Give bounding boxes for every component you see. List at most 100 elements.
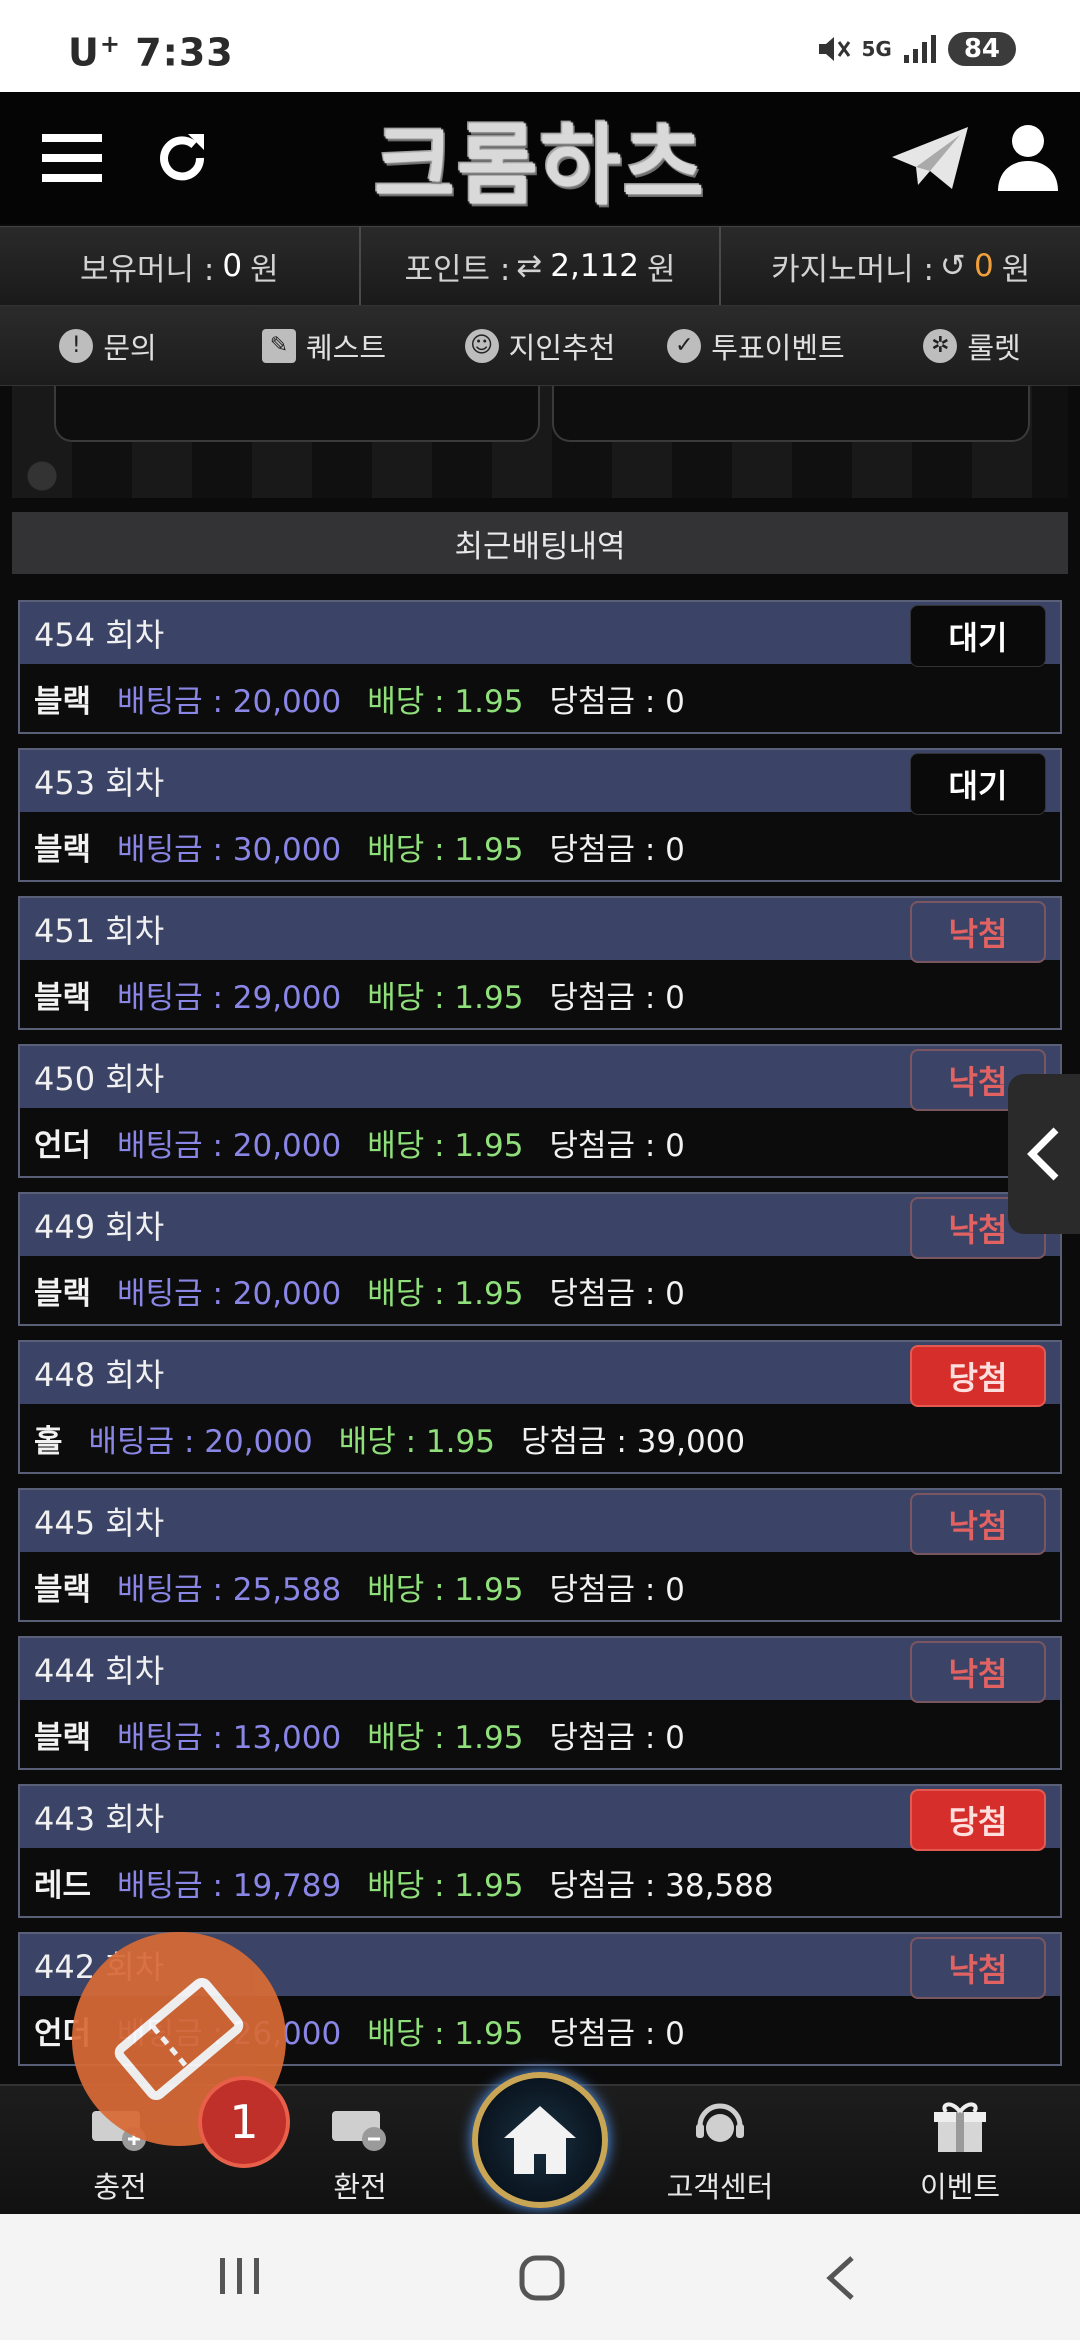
- home-system-button[interactable]: [518, 2254, 566, 2314]
- reload-icon: ↺: [940, 248, 966, 284]
- home-icon: [504, 2106, 576, 2174]
- menu-roulette[interactable]: ✲ 룰렛: [864, 306, 1080, 385]
- screen: U+ 7:33 5G 84 크롬하츠 보유머니 : 0 원 포인트: ⇄ 2,…: [0, 0, 1080, 2340]
- menu-vote-event[interactable]: ✓ 투표이벤트: [648, 306, 864, 385]
- side-panel-toggle[interactable]: [1008, 1074, 1080, 1234]
- bet-amount: 배팅금 : 20,000: [117, 683, 342, 720]
- bet-history-list: 454 회차 대기 블랙 배팅금 : 20,000 배당 : 1.95 당첨금 …: [18, 600, 1062, 2080]
- bet-round: 451 회차: [34, 912, 165, 950]
- casino-value: 0: [973, 248, 994, 284]
- refresh-button[interactable]: [140, 116, 224, 200]
- bet-round: 444 회차: [34, 1652, 165, 1690]
- carrier-time: U+ 7:33: [68, 30, 234, 75]
- menu-quest[interactable]: ✎ 퀘스트: [216, 306, 432, 385]
- bet-round: 449 회차: [34, 1208, 165, 1246]
- bet-pick: 블랙: [34, 683, 92, 720]
- nav-event[interactable]: 이벤트: [870, 2098, 1050, 2206]
- bet-pick: 블랙: [34, 1275, 92, 1312]
- recents-button[interactable]: [216, 2254, 264, 2310]
- bet-win: 당첨금 : 0: [549, 1127, 685, 1164]
- menu-referral[interactable]: ☺ 지인추천: [432, 306, 648, 385]
- bet-odds: 배당 : 1.95: [367, 683, 524, 720]
- bet-row[interactable]: 451 회차 낙첨 블랙 배팅금 : 29,000 배당 : 1.95 당첨금 …: [18, 896, 1062, 1030]
- bet-odds: 배당 : 1.95: [367, 1867, 524, 1904]
- bet-pick: 블랙: [34, 831, 92, 868]
- casino-money[interactable]: 카지노머니 : ↺ 0 원: [721, 227, 1080, 305]
- bet-odds: 배당 : 1.95: [367, 1275, 524, 1312]
- bet-odds: 배당 : 1.95: [367, 1127, 524, 1164]
- bet-amount: 배팅금 : 30,000: [117, 831, 342, 868]
- status-badge: 낙첨: [910, 1641, 1046, 1703]
- points[interactable]: 포인트 : ⇄ 2,112 원: [361, 227, 722, 305]
- bet-row[interactable]: 454 회차 대기 블랙 배팅금 : 20,000 배당 : 1.95 당첨금 …: [18, 600, 1062, 734]
- bet-win: 당첨금 : 0: [549, 683, 685, 720]
- nav-support-label: 고객센터: [666, 2170, 774, 2204]
- bet-round: 445 회차: [34, 1504, 165, 1542]
- bet-amount: 배팅금 : 20,000: [117, 1127, 342, 1164]
- bet-row[interactable]: 449 회차 낙첨 블랙 배팅금 : 20,000 배당 : 1.95 당첨금 …: [18, 1192, 1062, 1326]
- bet-round: 450 회차: [34, 1060, 165, 1098]
- status-bar: U+ 7:33 5G 84: [0, 0, 1080, 92]
- banner-box-right: [552, 386, 1030, 442]
- carrier: U: [68, 30, 100, 75]
- menu-vote-label: 투표이벤트: [711, 330, 845, 365]
- bet-round: 454 회차: [34, 616, 165, 654]
- nav-event-label: 이벤트: [919, 2170, 1001, 2204]
- bet-odds: 배당 : 1.95: [367, 2015, 524, 2052]
- bet-win: 당첨금 : 0: [549, 1719, 685, 1756]
- bet-pick: 블랙: [34, 979, 92, 1016]
- info-icon: !: [59, 328, 94, 363]
- bet-row[interactable]: 443 회차 당첨 레드 배팅금 : 19,789 배당 : 1.95 당첨금 …: [18, 1784, 1062, 1918]
- bet-round: 448 회차: [34, 1356, 165, 1394]
- status-badge: 낙첨: [910, 1493, 1046, 1555]
- bet-row[interactable]: 444 회차 낙첨 블랙 배팅금 : 13,000 배당 : 1.95 당첨금 …: [18, 1636, 1062, 1770]
- mute-icon: [819, 37, 851, 61]
- bet-win: 당첨금 : 0: [549, 2015, 685, 2052]
- bet-pick: 언더: [34, 1127, 92, 1164]
- recents-icon: [220, 2258, 259, 2294]
- bet-win: 당첨금 : 0: [549, 979, 685, 1016]
- bet-row[interactable]: 445 회차 낙첨 블랙 배팅금 : 25,588 배당 : 1.95 당첨금 …: [18, 1488, 1062, 1622]
- roulette-icon: ✲: [923, 328, 958, 363]
- quick-menu: ! 문의 ✎ 퀘스트 ☺ 지인추천 ✓ 투표이벤트 ✲ 룰렛: [0, 306, 1080, 386]
- bet-odds: 배당 : 1.95: [338, 1423, 495, 1460]
- bet-round: 453 회차: [34, 764, 165, 802]
- holding-value: 0: [222, 248, 243, 284]
- status-badge: 당첨: [910, 1345, 1046, 1407]
- bet-pick: 블랙: [34, 1719, 92, 1756]
- nav-charge-label: 충전: [93, 2170, 147, 2204]
- menu-quest-label: 퀘스트: [305, 330, 387, 365]
- site-logo[interactable]: 크롬하츠: [330, 100, 750, 217]
- bet-round: 443 회차: [34, 1800, 165, 1838]
- holding-money: 보유머니 : 0 원: [0, 227, 361, 305]
- bet-row[interactable]: 450 회차 낙첨 언더 배팅금 : 20,000 배당 : 1.95 당첨금 …: [18, 1044, 1062, 1178]
- bet-win: 당첨금 : 39,000: [520, 1423, 746, 1460]
- telegram-icon: [892, 127, 968, 189]
- menu-button[interactable]: [30, 116, 114, 200]
- status-badge: 낙첨: [910, 1937, 1046, 1999]
- bet-odds: 배당 : 1.95: [367, 1719, 524, 1756]
- bet-odds: 배당 : 1.95: [367, 1571, 524, 1608]
- telegram-button[interactable]: [888, 116, 972, 200]
- holding-unit: 원: [250, 251, 279, 288]
- home-button[interactable]: [472, 2072, 608, 2208]
- bet-win: 당첨금 : 0: [549, 831, 685, 868]
- profile-button[interactable]: [986, 116, 1070, 200]
- bet-pick: 블랙: [34, 1571, 92, 1608]
- nav-exchange[interactable]: 환전: [270, 2098, 450, 2206]
- back-button[interactable]: [822, 2254, 858, 2314]
- bet-row[interactable]: 453 회차 대기 블랙 배팅금 : 30,000 배당 : 1.95 당첨금 …: [18, 748, 1062, 882]
- app-header: 크롬하츠: [0, 92, 1080, 224]
- bet-amount: 배팅금 : 29,000: [117, 979, 342, 1016]
- casino-label: 카지노머니 :: [771, 251, 934, 288]
- bet-row[interactable]: 448 회차 당첨 홀 배팅금 : 20,000 배당 : 1.95 당첨금 :…: [18, 1340, 1062, 1474]
- menu-inquiry[interactable]: ! 문의: [0, 306, 216, 385]
- decorative-banner: [12, 386, 1068, 498]
- bet-win: 당첨금 : 38,588: [549, 1867, 774, 1904]
- bet-amount: 배팅금 : 25,588: [117, 1571, 342, 1608]
- bet-amount: 배팅금 : 20,000: [88, 1423, 313, 1460]
- casino-unit: 원: [1001, 251, 1031, 288]
- money-bar: 보유머니 : 0 원 포인트 : ⇄ 2,112 원 카지노머니 : ↺ 0 원: [0, 226, 1080, 306]
- bet-pick: 레드: [34, 1867, 92, 1904]
- nav-support[interactable]: 고객센터: [630, 2098, 810, 2206]
